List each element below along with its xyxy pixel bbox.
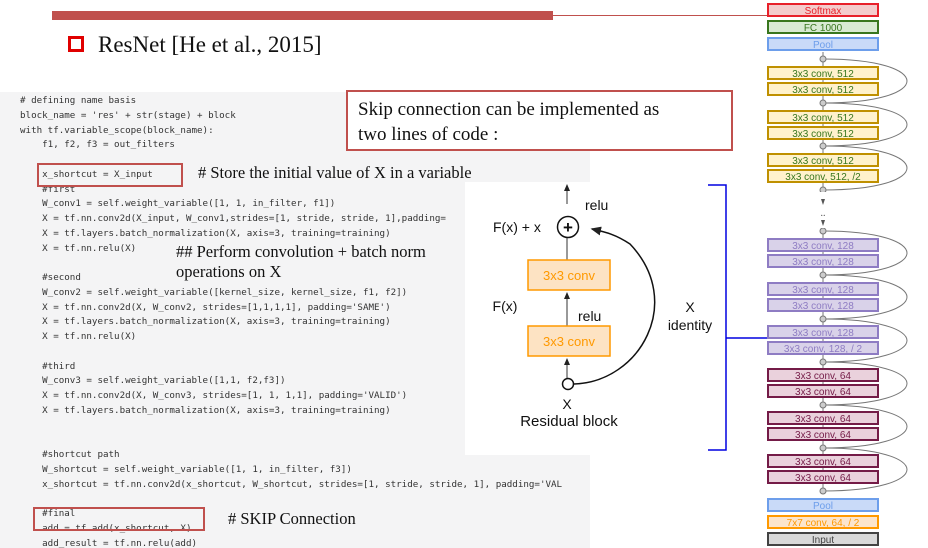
layer-label: 3x3 conv, 512	[792, 129, 854, 140]
skip-curve	[822, 230, 908, 276]
layer-label: 3x3 conv, 128, / 2	[784, 344, 863, 355]
layer-label: 3x3 conv, 512	[792, 113, 854, 124]
layer-label: 3x3 conv, 128	[792, 257, 854, 268]
layer-label: 3x3 conv, 128	[792, 328, 854, 339]
layer-label: FC 1000	[804, 23, 843, 34]
bracket	[708, 184, 768, 451]
junction-node-icon	[819, 315, 827, 323]
layer-label: 7x7 conv, 64, / 2	[787, 518, 860, 529]
layer-label: Pool	[813, 501, 833, 512]
layer-label: 3x3 conv, 64	[795, 430, 851, 441]
layer-label: 3x3 conv, 64	[795, 387, 851, 398]
junction-node-icon	[819, 55, 827, 63]
layer-label: 3x3 conv, 512, /2	[785, 172, 861, 183]
junction-node-icon	[819, 487, 827, 495]
layer-label: 3x3 conv, 512	[792, 69, 854, 80]
layer-label: 3x3 conv, 64	[795, 371, 851, 382]
junction-node-icon	[819, 358, 827, 366]
junction-node-icon	[819, 401, 827, 409]
junction-node-icon	[819, 271, 827, 279]
layer-label: 3x3 conv, 128	[792, 301, 854, 312]
layer-label: Pool	[813, 40, 833, 51]
skip-curve	[822, 274, 908, 320]
ellipsis-dots: ..	[821, 208, 826, 219]
layer-label: 3x3 conv, 64	[795, 457, 851, 468]
layer-label: Softmax	[805, 6, 842, 17]
layer-label: 3x3 conv, 64	[795, 473, 851, 484]
layer-label: 3x3 conv, 128	[792, 285, 854, 296]
layer-label: Input	[812, 535, 834, 546]
layer-label: 3x3 conv, 64	[795, 414, 851, 425]
skip-curve	[822, 58, 908, 104]
junction-node-icon	[819, 99, 827, 107]
layer-label: 3x3 conv, 512	[792, 156, 854, 167]
skip-curve	[822, 145, 908, 191]
slide: ResNet [He et al., 2015] # defining name…	[0, 0, 928, 548]
junction-node-icon	[819, 227, 827, 235]
layer-label: 3x3 conv, 128	[792, 241, 854, 252]
junction-node-icon	[819, 142, 827, 150]
junction-node-icon	[819, 444, 827, 452]
resnet-architecture: .. Softmax FC 1000 Pool 3x3 conv, 512 3x3 con…	[708, 3, 908, 546]
layer-label: 3x3 conv, 512	[792, 85, 854, 96]
